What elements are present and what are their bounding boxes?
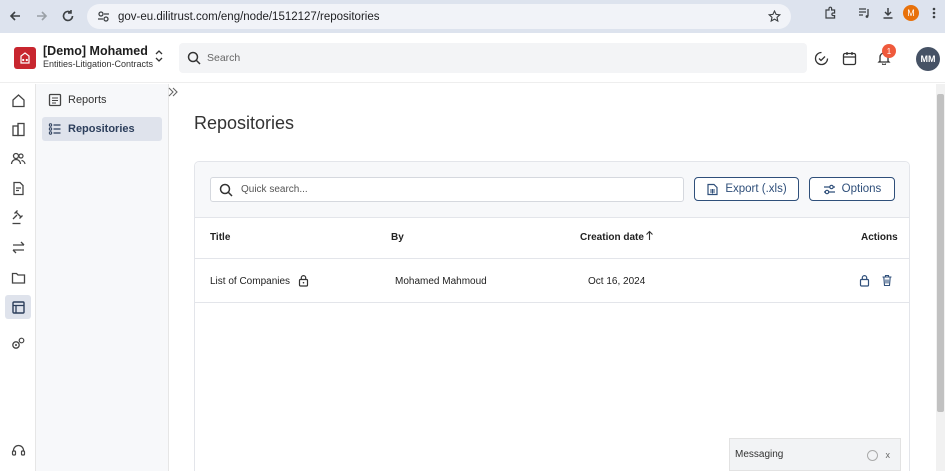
messaging-close-button[interactable]: x	[886, 450, 891, 460]
users-icon[interactable]	[5, 146, 31, 170]
status-circle-icon	[867, 450, 878, 461]
media-controls-icon[interactable]	[857, 6, 871, 20]
more-menu-icon[interactable]	[929, 6, 939, 20]
bookmark-star-icon[interactable]	[768, 10, 781, 23]
search-icon	[187, 51, 201, 65]
sidebar-item-repositories[interactable]: Repositories	[42, 117, 162, 141]
options-button[interactable]: Options	[809, 177, 895, 201]
export-button-label: Export (.xls)	[725, 183, 787, 195]
quick-search[interactable]	[210, 177, 684, 202]
secondary-sidebar: Reports Repositories	[36, 84, 169, 471]
profile-avatar[interactable]: M	[903, 5, 919, 21]
transfer-arrows-icon[interactable]	[5, 235, 31, 259]
site-settings-icon[interactable]	[97, 10, 110, 23]
list-icon	[48, 123, 61, 135]
messaging-widget[interactable]: Messaging x	[729, 438, 901, 471]
page-scrollbar[interactable]	[936, 84, 945, 471]
sidebar-item-reports[interactable]: Reports	[42, 88, 162, 112]
app-header: [Demo] Mohamed Entities-Litigation-Contr…	[0, 33, 945, 83]
contracts-edit-icon[interactable]	[5, 176, 31, 200]
global-search[interactable]: Search	[179, 43, 807, 73]
primary-nav-rail	[0, 84, 36, 471]
column-header-title[interactable]: Title	[210, 232, 230, 243]
export-xls-button[interactable]: Export (.xls)	[694, 177, 799, 201]
scrollbar-thumb[interactable]	[937, 94, 944, 412]
address-bar[interactable]: gov-eu.dilitrust.com/eng/node/1512127/re…	[87, 4, 791, 29]
browser-toolbar: gov-eu.dilitrust.com/eng/node/1512127/re…	[0, 0, 945, 33]
global-search-placeholder: Search	[207, 52, 241, 64]
delete-trash-icon[interactable]	[881, 274, 893, 290]
repositories-table-card: Export (.xls) Options Title By Creation …	[194, 161, 910, 471]
back-icon[interactable]	[3, 4, 27, 28]
entities-building-icon[interactable]	[5, 117, 31, 141]
search-icon	[219, 183, 233, 197]
support-headset-icon[interactable]	[5, 438, 31, 462]
calendar-icon[interactable]	[840, 49, 858, 67]
permissions-lock-icon[interactable]	[859, 274, 870, 290]
table-row[interactable]: List of Companies Mohamed Mahmoud Oct 16…	[195, 258, 909, 303]
download-icon[interactable]	[881, 6, 895, 20]
options-button-label: Options	[841, 183, 882, 195]
row-author: Mohamed Mahmoud	[395, 276, 487, 287]
column-header-actions: Actions	[861, 232, 898, 243]
company-logo-icon	[14, 47, 36, 69]
sliders-icon	[823, 184, 835, 194]
page-title: Repositories	[194, 113, 295, 133]
extensions-icon[interactable]	[823, 6, 837, 20]
column-header-creation-date[interactable]: Creation date	[580, 232, 644, 243]
messaging-label: Messaging	[735, 449, 784, 460]
column-header-by[interactable]: By	[391, 232, 404, 243]
reports-table-icon[interactable]	[5, 295, 31, 319]
reload-icon[interactable]	[56, 4, 80, 28]
quick-search-input[interactable]	[241, 184, 661, 195]
spreadsheet-export-icon	[707, 183, 718, 195]
org-name[interactable]: [Demo] Mohamed	[43, 44, 148, 58]
row-creation-date: Oct 16, 2024	[588, 276, 646, 287]
report-icon	[48, 93, 62, 107]
org-subtitle: Entities-Litigation-Contracts	[43, 59, 154, 69]
sidebar-item-label: Repositories	[68, 123, 135, 135]
ai-assistant-icon[interactable]	[812, 49, 830, 67]
litigation-gavel-icon[interactable]	[5, 205, 31, 229]
user-avatar[interactable]: MM	[916, 47, 940, 71]
url-text: gov-eu.dilitrust.com/eng/node/1512127/re…	[118, 10, 380, 23]
folder-icon[interactable]	[5, 265, 31, 289]
home-icon[interactable]	[5, 88, 31, 112]
notification-badge: 1	[882, 44, 896, 58]
org-switch-chevron-icon[interactable]	[154, 49, 164, 66]
table-toolbar: Export (.xls) Options	[195, 162, 909, 218]
settings-gears-icon[interactable]	[5, 331, 31, 355]
lock-icon	[298, 274, 309, 290]
sidebar-item-label: Reports	[68, 94, 107, 106]
sort-ascending-icon[interactable]	[645, 230, 654, 244]
row-title[interactable]: List of Companies	[210, 276, 290, 287]
expand-sidebar-icon[interactable]	[168, 86, 178, 100]
forward-icon[interactable]	[30, 4, 54, 28]
